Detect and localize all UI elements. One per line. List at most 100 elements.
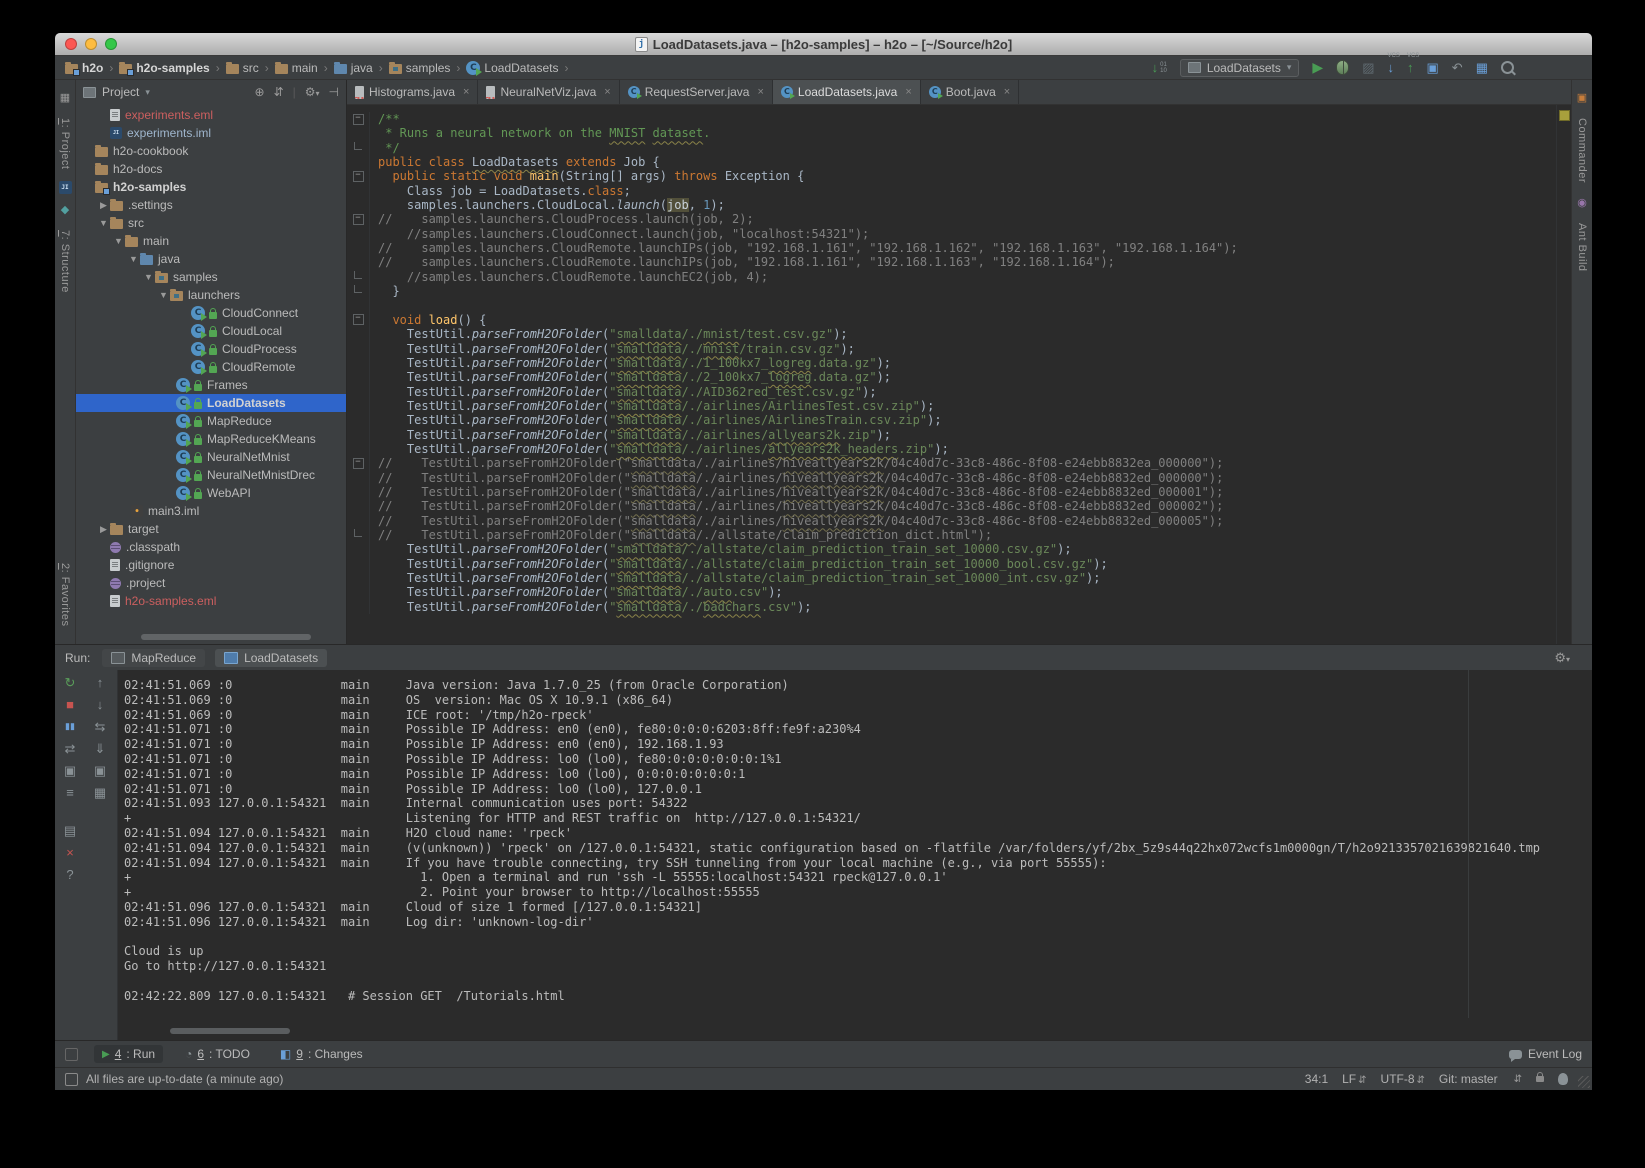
fold-marker[interactable]: −: [347, 169, 370, 183]
fold-end-icon[interactable]: [354, 142, 362, 150]
fold-collapse-icon[interactable]: −: [353, 114, 364, 125]
fold-marker[interactable]: −: [347, 112, 370, 126]
tree-item-Frames[interactable]: CFrames: [76, 376, 346, 394]
breadcrumb-item-samples[interactable]: samples: [387, 61, 453, 75]
breadcrumb-item-h2o[interactable]: h2o: [63, 61, 105, 75]
tool-button-commander[interactable]: Commander: [1576, 118, 1588, 183]
tree-item-CloudRemote[interactable]: CCloudRemote: [76, 358, 346, 376]
layout-button[interactable]: ≡: [61, 785, 79, 800]
editor-tab-Boot.java[interactable]: CBoot.java×: [921, 80, 1019, 104]
editor-tab-NeuralNetViz.java[interactable]: NeuralNetViz.java×: [478, 80, 619, 104]
close-button[interactable]: ×: [61, 845, 79, 860]
breadcrumb-item-h2o-samples[interactable]: h2o-samples: [117, 61, 211, 75]
scroll-to-end-button[interactable]: ⇓: [91, 741, 109, 756]
code-editor[interactable]: −/** * Runs a neural network on the MNIS…: [347, 105, 1556, 644]
tree-item-MapReduce[interactable]: CMapReduce: [76, 412, 346, 430]
console-hscrollbar[interactable]: [170, 1028, 290, 1034]
search-everywhere-button[interactable]: [1501, 61, 1514, 74]
tree-item-NeuralNetMnist[interactable]: CNeuralNetMnist: [76, 448, 346, 466]
chevron-expanded-icon[interactable]: ▼: [112, 236, 125, 246]
coverage-button[interactable]: ▨: [1362, 60, 1374, 76]
chevron-expanded-icon[interactable]: ▼: [97, 218, 110, 228]
run-button[interactable]: ▶: [1312, 59, 1323, 76]
vcs-commit-button[interactable]: VCS↑: [1407, 60, 1414, 75]
soft-wrap-button[interactable]: ⇆: [91, 719, 109, 734]
changes-icon[interactable]: ▣: [1427, 60, 1439, 76]
copy-button[interactable]: ▣: [91, 763, 109, 778]
tool-window-button-TODO[interactable]: ◔6: TODO: [177, 1045, 258, 1063]
breadcrumb-item-main[interactable]: main: [273, 61, 320, 75]
restore-layout-button[interactable]: ⇄: [61, 741, 79, 756]
tool-window-button-Changes[interactable]: ◧9: Changes: [272, 1045, 371, 1063]
down-stack-trace-button[interactable]: ↓: [91, 697, 109, 712]
encoding-widget[interactable]: UTF-8⇵: [1381, 1072, 1425, 1086]
fold-collapse-icon[interactable]: −: [353, 171, 364, 182]
event-log-button[interactable]: Event Log: [1509, 1047, 1582, 1061]
tree-item-experiments.iml[interactable]: JIexperiments.iml: [76, 124, 346, 142]
fold-end-icon[interactable]: [354, 271, 362, 279]
fold-marker[interactable]: [347, 528, 370, 542]
fold-collapse-icon[interactable]: −: [353, 458, 364, 469]
vcs-update-button[interactable]: VCS↓: [1388, 60, 1395, 75]
chevron-expanded-icon[interactable]: ▼: [142, 272, 155, 282]
tree-item-h2o-samples.eml[interactable]: h2o-samples.eml: [76, 592, 346, 610]
close-icon[interactable]: ×: [604, 86, 610, 98]
locate-button[interactable]: ⊕: [255, 85, 265, 99]
chevron-collapsed-icon[interactable]: ▶: [97, 200, 110, 211]
tree-item-LoadDatasets[interactable]: CLoadDatasets: [76, 394, 346, 412]
line-separator-widget[interactable]: LF⇵: [1342, 1072, 1366, 1086]
tool-button-ant-build[interactable]: Ant Build: [1576, 223, 1588, 272]
hide-panel-button[interactable]: ⊣: [329, 85, 339, 99]
run-tab-LoadDatasets[interactable]: LoadDatasets: [215, 649, 327, 667]
tree-item-src[interactable]: ▼src: [76, 214, 346, 232]
tree-item-main[interactable]: ▼main: [76, 232, 346, 250]
close-icon[interactable]: ×: [757, 86, 763, 98]
editor-tab-RequestServer.java[interactable]: CRequestServer.java×: [620, 80, 773, 104]
fold-marker[interactable]: −: [347, 313, 370, 327]
chevron-updown-icon[interactable]: ⇵: [1514, 1074, 1522, 1085]
tool-button-project[interactable]: 1: Project: [59, 118, 71, 169]
tree-item-WebAPI[interactable]: CWebAPI: [76, 484, 346, 502]
tool-button-favorites[interactable]: 2: Favorites: [59, 563, 71, 626]
stop-button[interactable]: ■: [61, 697, 79, 712]
tree-item-samples[interactable]: ▼samples: [76, 268, 346, 286]
toolwindow-toggle-icon[interactable]: [65, 1048, 78, 1061]
settings-button[interactable]: ⚙▾: [305, 85, 320, 99]
git-branch-widget[interactable]: Git: master: [1439, 1072, 1498, 1086]
breadcrumb-item-LoadDatasets[interactable]: CLoadDatasets: [464, 61, 560, 75]
close-icon[interactable]: ×: [463, 86, 469, 98]
tree-item-.classpath[interactable]: .classpath: [76, 538, 346, 556]
tree-item-CloudLocal[interactable]: CCloudLocal: [76, 322, 346, 340]
analysis-status-icon[interactable]: [1559, 110, 1570, 121]
chevron-expanded-icon[interactable]: ▼: [157, 290, 170, 300]
clear-all-button[interactable]: ▦: [91, 785, 109, 800]
tool-button-structure[interactable]: 7: Structure: [59, 230, 71, 293]
editor-scrollbar[interactable]: [1556, 105, 1571, 644]
undo-button[interactable]: ↶: [1452, 60, 1463, 76]
pause-output-button[interactable]: ▮▮: [61, 719, 79, 734]
fold-marker[interactable]: [347, 284, 370, 298]
close-icon[interactable]: ×: [1004, 86, 1010, 98]
tree-item-java[interactable]: ▼java: [76, 250, 346, 268]
print-button[interactable]: ▤: [61, 823, 79, 838]
status-toggle-icon[interactable]: [65, 1073, 78, 1086]
tree-item-NeuralNetMnistDrec[interactable]: CNeuralNetMnistDrec: [76, 466, 346, 484]
fold-marker[interactable]: [347, 141, 370, 155]
fold-collapse-icon[interactable]: −: [353, 214, 364, 225]
tool-window-button-Run[interactable]: ▶4: Run: [94, 1045, 163, 1063]
help-button[interactable]: ?: [61, 867, 79, 882]
title-bar[interactable]: j LoadDatasets.java – [h2o-samples] – h2…: [55, 33, 1592, 56]
zoom-window-button[interactable]: [105, 38, 117, 50]
hector-icon[interactable]: [1558, 1073, 1568, 1085]
breadcrumb-item-src[interactable]: src: [224, 61, 261, 75]
console-output[interactable]: 02:41:51.069 :0 main Java version: Java …: [117, 670, 1592, 1040]
tree-item-CloudConnect[interactable]: CCloudConnect: [76, 304, 346, 322]
chevron-down-icon[interactable]: ▾: [145, 87, 150, 98]
debug-button[interactable]: [1336, 60, 1349, 75]
run-settings-button[interactable]: ⚙▾: [1554, 650, 1570, 666]
fold-marker[interactable]: [347, 270, 370, 284]
fold-marker[interactable]: −: [347, 212, 370, 226]
up-stack-trace-button[interactable]: ↑: [91, 675, 109, 690]
intellij-icon[interactable]: JI: [59, 181, 72, 194]
tree-item-h2o-samples[interactable]: h2o-samples: [76, 178, 346, 196]
